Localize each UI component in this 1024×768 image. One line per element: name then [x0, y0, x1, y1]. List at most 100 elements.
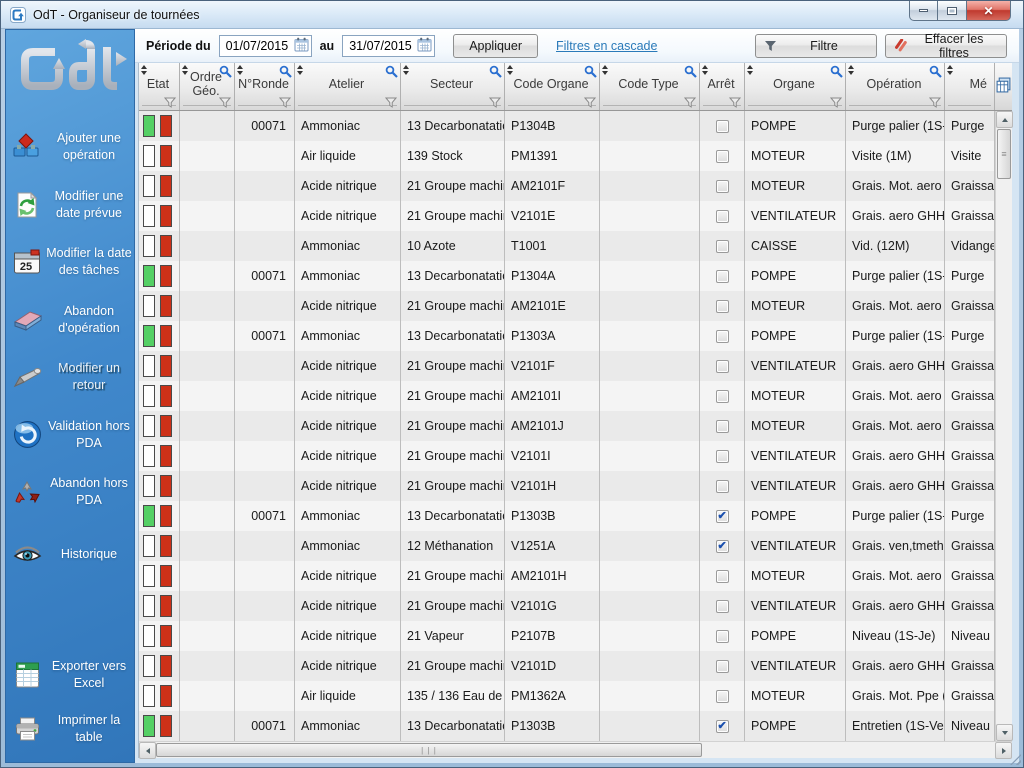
- table-row[interactable]: Acide nitrique 21 Groupe machine AM2101I…: [139, 381, 995, 411]
- arret-checkbox[interactable]: [716, 300, 729, 313]
- date-from-input[interactable]: 01/07/2015: [219, 35, 312, 57]
- scroll-up-button[interactable]: [996, 111, 1013, 128]
- table-row[interactable]: Acide nitrique 21 Groupe machine V2101H …: [139, 471, 995, 501]
- filter-funnel-icon[interactable]: [385, 97, 397, 108]
- status-pending-indicator: [160, 265, 172, 287]
- filter-button[interactable]: Filtre: [755, 34, 877, 58]
- table-row[interactable]: Acide nitrique 21 Groupe machine AM2101F…: [139, 171, 995, 201]
- minimize-button[interactable]: [909, 1, 938, 21]
- arret-checkbox[interactable]: [716, 720, 729, 733]
- arret-checkbox[interactable]: [716, 150, 729, 163]
- sidebar-item-imprimer-table[interactable]: Imprimer la table: [8, 712, 132, 746]
- column-header-etat[interactable]: Etat: [139, 63, 180, 110]
- table-row[interactable]: Acide nitrique 21 Groupe machine V2101I …: [139, 441, 995, 471]
- maximize-button[interactable]: [938, 1, 966, 21]
- horizontal-scroll-thumb[interactable]: | | |: [156, 743, 702, 757]
- arret-checkbox[interactable]: [716, 240, 729, 253]
- table-row[interactable]: Acide nitrique 21 Groupe machine AM2101E…: [139, 291, 995, 321]
- table-row[interactable]: Acide nitrique 21 Groupe machine V2101E …: [139, 201, 995, 231]
- horizontal-scrollbar[interactable]: | | |: [139, 741, 1012, 758]
- arret-checkbox[interactable]: [716, 210, 729, 223]
- arret-checkbox[interactable]: [716, 420, 729, 433]
- arret-checkbox[interactable]: [716, 660, 729, 673]
- arret-checkbox[interactable]: [716, 690, 729, 703]
- cell-code-organe: P1303B: [505, 501, 600, 531]
- table-row[interactable]: Ammoniac 12 Méthanation V1251A VENTILATE…: [139, 531, 995, 561]
- scroll-down-button[interactable]: [996, 724, 1013, 741]
- arret-checkbox[interactable]: [716, 360, 729, 373]
- close-button[interactable]: ✕: [966, 1, 1011, 21]
- filter-funnel-icon[interactable]: [489, 97, 501, 108]
- arret-checkbox[interactable]: [716, 120, 729, 133]
- arret-checkbox[interactable]: [716, 600, 729, 613]
- sidebar-item-modifier-date-prevue[interactable]: Modifier une date prévue: [8, 188, 132, 222]
- arret-checkbox[interactable]: [716, 570, 729, 583]
- filter-funnel-icon[interactable]: [164, 97, 176, 108]
- table-row[interactable]: Air liquide 135 / 136 Eau de re PM1362A …: [139, 681, 995, 711]
- status-pending-indicator: [160, 475, 172, 497]
- column-header-n-ronde[interactable]: N°Ronde: [235, 63, 295, 110]
- apply-button[interactable]: Appliquer: [453, 34, 538, 58]
- column-header-operation[interactable]: Opération: [846, 63, 945, 110]
- status-done-indicator: [143, 685, 155, 707]
- sidebar-item-abandon-hors-pda[interactable]: Abandon hors PDA: [8, 475, 132, 509]
- date-to-input[interactable]: 31/07/2015: [342, 35, 435, 57]
- column-header-secteur[interactable]: Secteur: [401, 63, 505, 110]
- scroll-right-button[interactable]: [995, 742, 1012, 759]
- arret-checkbox[interactable]: [716, 330, 729, 343]
- filter-funnel-icon[interactable]: [729, 97, 741, 108]
- scroll-left-button[interactable]: [139, 742, 156, 759]
- arret-checkbox[interactable]: [716, 450, 729, 463]
- table-row[interactable]: 00071 Ammoniac 13 Decarbonatatio P1303A …: [139, 321, 995, 351]
- arret-checkbox[interactable]: [716, 270, 729, 283]
- table-row[interactable]: Acide nitrique 21 Groupe machine V2101D …: [139, 651, 995, 681]
- clear-filters-button[interactable]: Effacer les filtres: [885, 34, 1007, 58]
- arret-checkbox[interactable]: [716, 540, 729, 553]
- column-chooser-icon[interactable]: [996, 77, 1011, 98]
- table-row[interactable]: 00071 Ammoniac 13 Decarbonatatio P1304B …: [139, 111, 995, 141]
- sidebar-item-validation-hors-pda[interactable]: Validation hors PDA: [8, 418, 132, 452]
- table-row[interactable]: Acide nitrique 21 Groupe machine V2101F …: [139, 351, 995, 381]
- column-header-arret[interactable]: Arrêt: [700, 63, 745, 110]
- arret-checkbox[interactable]: [716, 630, 729, 643]
- sidebar-item-abandon-operation[interactable]: Abandon d'opération: [8, 303, 132, 337]
- arret-checkbox[interactable]: [716, 180, 729, 193]
- column-header-organe[interactable]: Organe: [745, 63, 846, 110]
- column-header-code-type[interactable]: Code Type: [600, 63, 700, 110]
- filter-funnel-icon[interactable]: [830, 97, 842, 108]
- table-row[interactable]: 00071 Ammoniac 13 Decarbonatatio P1303B …: [139, 501, 995, 531]
- arret-checkbox[interactable]: [716, 510, 729, 523]
- filter-funnel-icon[interactable]: [684, 97, 696, 108]
- vertical-scrollbar[interactable]: ≡: [995, 111, 1012, 741]
- table-row[interactable]: 00071 Ammoniac 13 Decarbonatatio P1303B …: [139, 711, 995, 741]
- arret-checkbox[interactable]: [716, 390, 729, 403]
- arret-checkbox[interactable]: [716, 480, 729, 493]
- table-row[interactable]: Acide nitrique 21 Groupe machine AM2101J…: [139, 411, 995, 441]
- column-header-ordre-geo[interactable]: Ordre Géo.: [180, 63, 235, 110]
- table-row[interactable]: Acide nitrique 21 Vapeur P2107B POMPE Ni…: [139, 621, 995, 651]
- table-row[interactable]: Air liquide 139 Stock PM1391 MOTEUR Visi…: [139, 141, 995, 171]
- sidebar-item-modifier-retour[interactable]: Modifier un retour: [8, 360, 132, 394]
- column-header-atelier[interactable]: Atelier: [295, 63, 401, 110]
- sidebar-item-ajouter-operation[interactable]: Ajouter une opération: [8, 130, 132, 164]
- sidebar-item-exporter-excel[interactable]: Exporter vers Excel: [8, 658, 132, 692]
- table-row[interactable]: Acide nitrique 21 Groupe machine V2101G …: [139, 591, 995, 621]
- minimize-icon: [919, 9, 928, 12]
- cell-operation: Grais. aero GHH (: [846, 201, 945, 231]
- cascade-filters-link[interactable]: Filtres en cascade: [556, 39, 657, 53]
- column-header-me[interactable]: Mé: [945, 63, 995, 110]
- filter-funnel-icon[interactable]: [279, 97, 291, 108]
- calendar-icon[interactable]: [417, 37, 432, 55]
- titlebar[interactable]: OdT - Organiseur de tournées ✕: [1, 1, 1023, 29]
- filter-funnel-icon[interactable]: [584, 97, 596, 108]
- table-row[interactable]: Acide nitrique 21 Groupe machine AM2101H…: [139, 561, 995, 591]
- sidebar-item-modifier-date-taches[interactable]: 25 Modifier la date des tâches: [8, 245, 132, 279]
- filter-funnel-icon[interactable]: [219, 97, 231, 108]
- sidebar-item-historique[interactable]: Historique: [8, 544, 132, 565]
- column-header-code-organe[interactable]: Code Organe: [505, 63, 600, 110]
- calendar-icon[interactable]: [294, 37, 309, 55]
- filter-funnel-icon[interactable]: [929, 97, 941, 108]
- vertical-scroll-thumb[interactable]: ≡: [997, 129, 1011, 179]
- table-row[interactable]: Ammoniac 10 Azote T1001 CAISSE Vid. (12M…: [139, 231, 995, 261]
- table-row[interactable]: 00071 Ammoniac 13 Decarbonatatio P1304A …: [139, 261, 995, 291]
